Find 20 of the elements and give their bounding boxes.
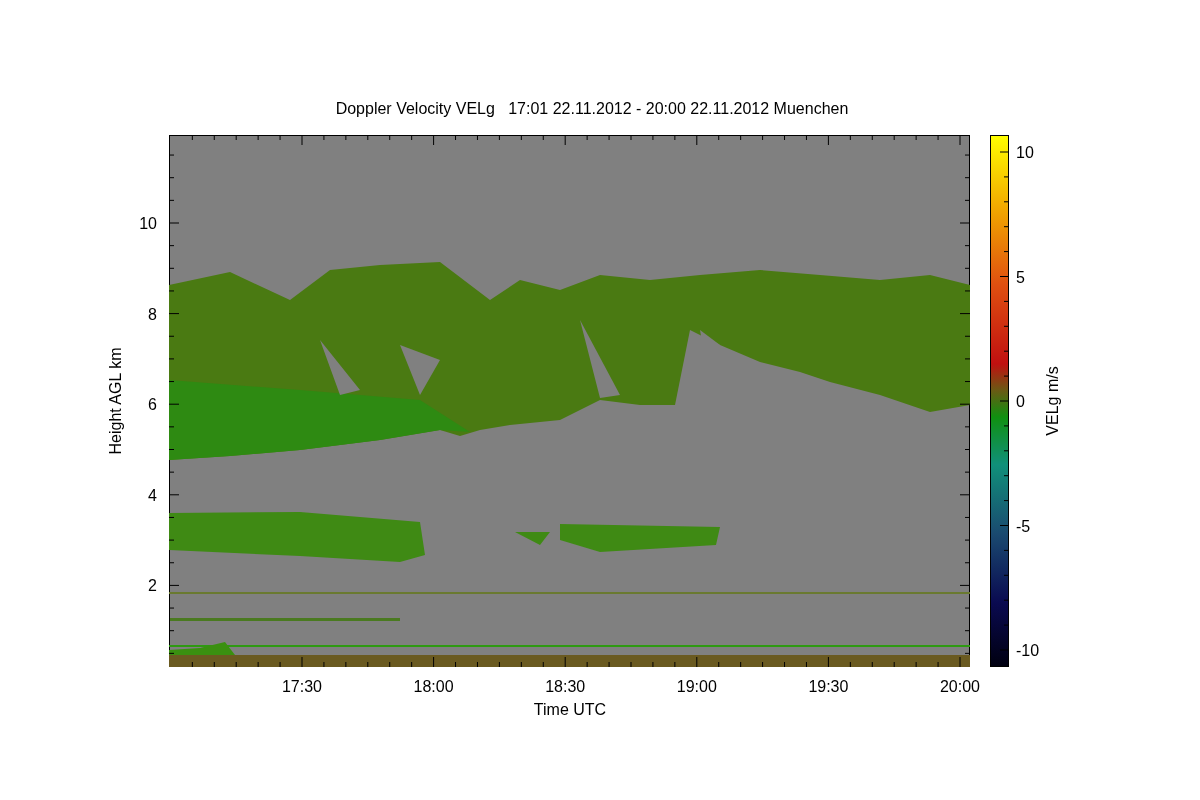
y-tick-label: 4 [148, 486, 157, 504]
colorbar-tick-label: 0 [1016, 393, 1025, 410]
x-tick-label: 19:30 [808, 678, 849, 695]
y-tick-label: 8 [148, 305, 157, 323]
colorbar-tick-label: 5 [1016, 268, 1025, 286]
x-tick-label: 17:30 [282, 678, 322, 695]
x-tick-label: 19:00 [676, 678, 717, 695]
x-axis-label: Time UTC [533, 701, 607, 718]
x-tick-label: 18:30 [545, 678, 586, 695]
colorbar-label: VELg m/s [1044, 366, 1061, 436]
y-tick-label: 10 [139, 215, 157, 232]
y-tick-label: 2 [148, 577, 157, 595]
x-tick-label: 18:00 [413, 678, 454, 695]
x-tick-label: 20:00 [940, 678, 980, 695]
colorbar-tick-label: 10 [1016, 144, 1034, 161]
colorbar-tick-label: -10 [1016, 642, 1040, 659]
y-tick-label: 6 [148, 396, 157, 414]
colorbar-tick-label: -5 [1016, 517, 1031, 535]
y-axis-label: Height AGL km [107, 347, 124, 455]
chart-title: Doppler Velocity VELg 17:01 22.11.2012 - 20:00 22.11.2012 Muenchen [335, 100, 849, 117]
